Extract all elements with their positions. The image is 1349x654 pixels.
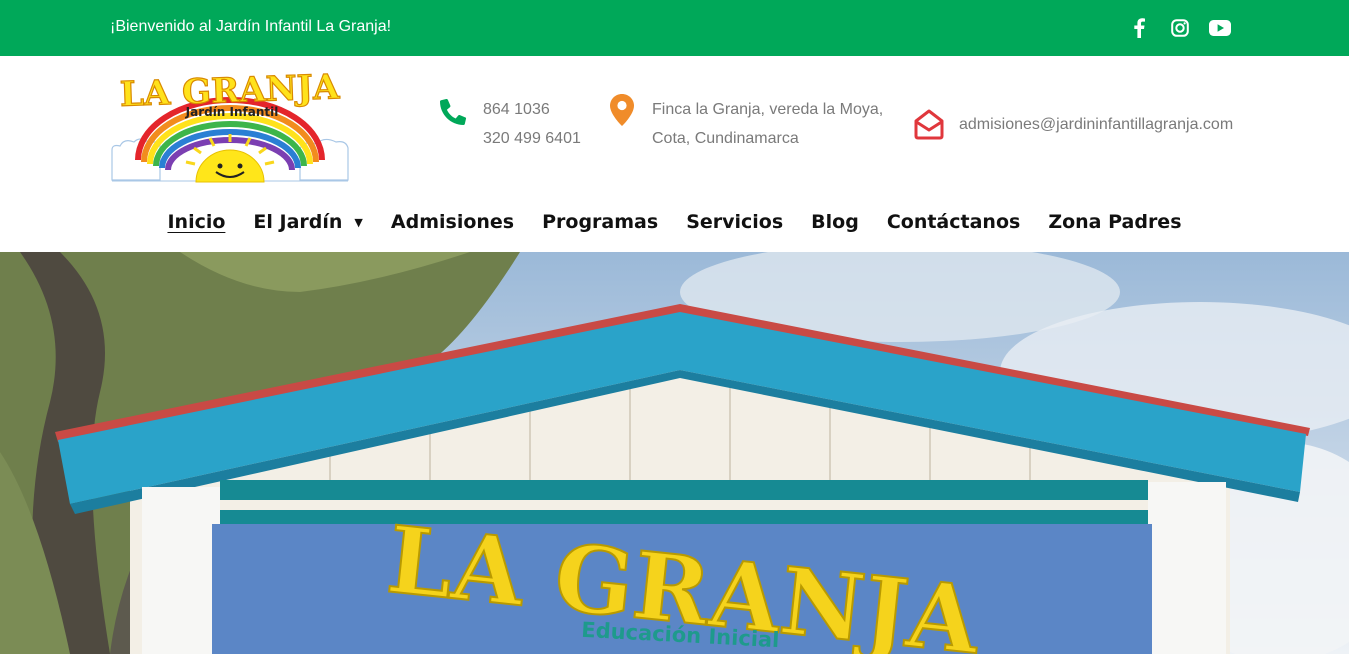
nav-item-label: Zona Padres (1048, 211, 1182, 233)
location-pin-icon (610, 94, 634, 131)
phone-icon (438, 94, 468, 131)
nav-item-label: El Jardín (253, 211, 343, 233)
address-line-2: Cota, Cundinamarca (652, 130, 799, 147)
nav-item-programas[interactable]: Programas (528, 211, 672, 233)
email-icon (913, 108, 945, 145)
caret-down-icon: ▼ (354, 215, 363, 229)
youtube-icon[interactable] (1209, 17, 1231, 39)
logo-subtitle: Jardín Infantil (185, 105, 279, 119)
nav-item-el-jardin[interactable]: El Jardín ▼ (239, 211, 376, 233)
nav-item-label: Blog (811, 211, 859, 233)
nav-item-label: Contáctanos (886, 211, 1021, 233)
site-logo[interactable]: LA GRANJA Jardín Infantil (110, 67, 350, 184)
nav-item-contactanos[interactable]: Contáctanos (873, 211, 1034, 233)
phone-number-1[interactable]: 864 1036 (483, 95, 550, 124)
top-bar: ¡Bienvenido al Jardín Infantil La Granja… (0, 0, 1349, 56)
nav-item-label: Inicio (167, 211, 226, 233)
nav-item-label: Programas (542, 211, 659, 233)
email-address[interactable]: admisiones@jardininfantillagranja.com (959, 110, 1233, 139)
address-line-1: Finca la Granja, vereda la Moya, (652, 101, 884, 118)
nav-item-label: Admisiones (390, 211, 515, 233)
nav-item-inicio[interactable]: Inicio (153, 211, 239, 233)
nav-item-servicios[interactable]: Servicios (672, 211, 797, 233)
nav-item-blog[interactable]: Blog (797, 211, 873, 233)
hero-image: LA GRANJA Educación Inicial (0, 252, 1349, 654)
nav-item-admisiones[interactable]: Admisiones (377, 211, 528, 233)
instagram-icon[interactable] (1169, 17, 1191, 39)
phone-number-2[interactable]: 320 499 6401 (483, 124, 581, 153)
nav-item-zona-padres[interactable]: Zona Padres (1034, 211, 1195, 233)
facebook-icon[interactable] (1128, 17, 1150, 39)
main-navigation: Inicio El Jardín ▼ Admisiones Programas S… (0, 204, 1349, 240)
welcome-message: ¡Bienvenido al Jardín Infantil La Granja… (110, 18, 392, 35)
nav-item-label: Servicios (686, 211, 784, 233)
